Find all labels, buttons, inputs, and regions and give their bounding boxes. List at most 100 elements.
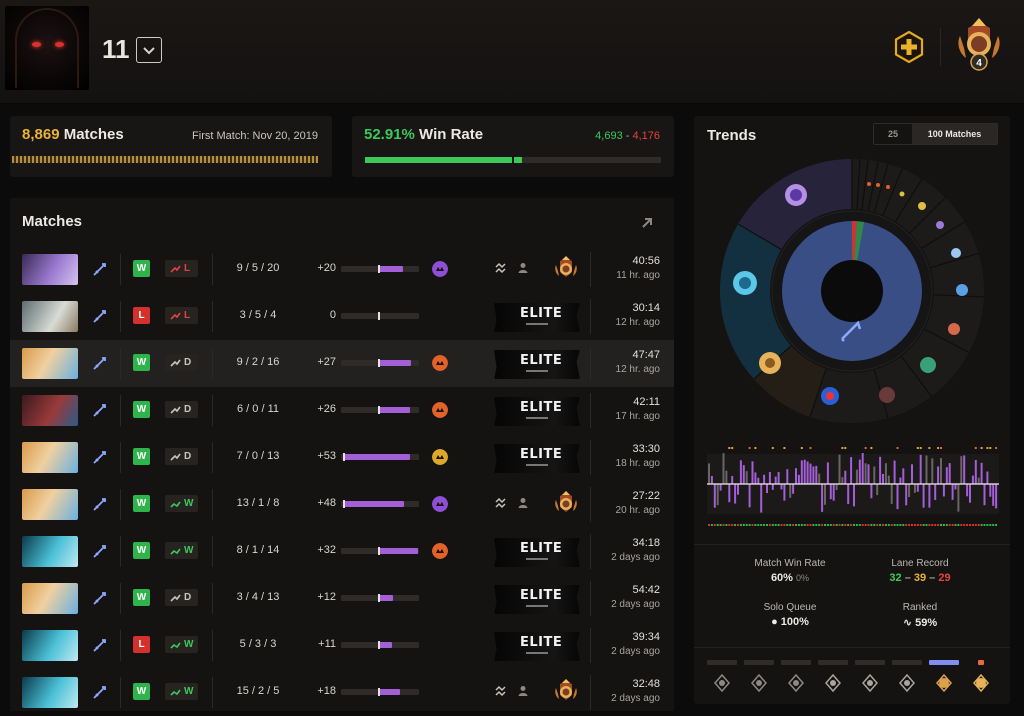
trend-result-dot: [789, 524, 792, 526]
trend-result-dot: [960, 524, 963, 526]
hero-portrait[interactable]: [22, 677, 78, 708]
trend-result-dot: [832, 524, 835, 526]
rank-medal-slot[interactable]: [781, 660, 811, 692]
match-row[interactable]: W D 9 / 2 / 16 +27 ELITE 47:47 12 hr. ag…: [10, 340, 674, 387]
elite-league-banner[interactable]: ELITE: [494, 444, 580, 473]
rank-medal-slot[interactable]: [818, 660, 848, 692]
trend-bar: [905, 484, 908, 506]
hero-portrait[interactable]: [22, 348, 78, 379]
trend-top-dot: [940, 447, 942, 449]
rank-medal-slot[interactable]: [929, 660, 959, 692]
rank-medal-slot[interactable]: [855, 660, 885, 692]
elite-league-banner[interactable]: ELITE: [494, 397, 580, 426]
trend-bar: [748, 484, 751, 508]
trend-bar: [931, 458, 934, 484]
trend-result-dot: [708, 524, 710, 526]
plus-subscription-icon[interactable]: [892, 30, 926, 64]
trend-bar: [818, 473, 821, 484]
trend-bar: [739, 460, 742, 484]
tab-25-matches[interactable]: 25: [874, 124, 912, 144]
trends-divider: [694, 647, 1010, 648]
expand-arrow-icon[interactable]: [640, 216, 654, 230]
hero-portrait[interactable]: [22, 536, 78, 567]
wins-count: 4,693: [595, 130, 623, 142]
hero-portrait[interactable]: [22, 254, 78, 285]
impact-bar-zero-marker: [378, 547, 380, 555]
solo-queue-stat: Solo Queue ● 100%: [720, 602, 860, 628]
column-divider: [212, 348, 213, 379]
header-divider: [940, 28, 941, 66]
rank-medal-slot[interactable]: [966, 660, 996, 692]
rank-number: 4: [976, 58, 982, 69]
trend-result-dot: [995, 524, 998, 526]
player-menu-chevron-icon[interactable]: [136, 37, 162, 63]
match-row[interactable]: W D 3 / 4 / 13 +12 ELITE 54:42 2 days ag…: [10, 575, 674, 622]
match-row[interactable]: W L 9 / 5 / 20 +20 40:56 11 hr. ago: [10, 246, 674, 293]
trend-bar: [795, 468, 797, 484]
impact-bar: [341, 406, 419, 414]
rank-medal-slot[interactable]: [892, 660, 922, 692]
core-role-sword-icon: [93, 310, 106, 323]
match-role-icon: [432, 402, 448, 418]
core-role-sword-icon: [93, 592, 106, 605]
trend-result-dot: [942, 524, 945, 526]
match-row[interactable]: W W 8 / 1 / 14 +32 ELITE 34:18 2 days ag…: [10, 528, 674, 575]
trend-top-dot: [986, 447, 989, 449]
match-row[interactable]: W W 15 / 2 / 5 +18 32:48 2 days ago: [10, 669, 674, 716]
elite-league-banner[interactable]: ELITE: [494, 632, 580, 661]
match-row[interactable]: W D 7 / 0 / 13 +53 ELITE 33:30 18 hr. ag…: [10, 434, 674, 481]
wl-separator: -: [622, 130, 633, 142]
elite-league-banner[interactable]: ELITE: [494, 585, 580, 614]
trend-bar: [853, 484, 855, 507]
impact-bar: [341, 453, 419, 461]
elite-league-banner[interactable]: ELITE: [494, 303, 580, 332]
trend-result-dot: [844, 524, 847, 526]
hero-portrait[interactable]: [22, 583, 78, 614]
hero-distribution-donut[interactable]: [718, 157, 986, 425]
tab-100-matches[interactable]: 100 Matches: [912, 124, 997, 144]
column-divider: [212, 442, 213, 473]
matches-count-label: Matches: [59, 126, 124, 143]
trend-bar: [847, 484, 850, 505]
column-divider: [120, 442, 121, 473]
trend-bar: [887, 475, 890, 484]
hero-portrait[interactable]: [22, 442, 78, 473]
elite-league-banner[interactable]: ELITE: [494, 538, 580, 567]
hero-portrait[interactable]: [22, 630, 78, 661]
match-time-ago: 18 hr. ago: [615, 458, 660, 469]
matches-count-title: 8,869 Matches: [22, 126, 124, 143]
trend-bar: [951, 484, 954, 500]
trend-range-tabs: 25 100 Matches: [873, 123, 998, 145]
trend-bar: [867, 464, 870, 484]
rank-medal-slot[interactable]: [707, 660, 737, 692]
impact-bar-fill: [378, 407, 411, 413]
kda-value: 6 / 0 / 11: [237, 403, 279, 415]
elite-league-banner[interactable]: ELITE: [494, 350, 580, 379]
hero-portrait[interactable]: [22, 489, 78, 520]
rank-tier-icon: [936, 674, 952, 692]
win-loss-record: 4,693 - 4,176: [595, 130, 660, 142]
hero-portrait[interactable]: [22, 395, 78, 426]
rank-medal-bar: [855, 660, 885, 665]
trend-result-dot: [945, 524, 948, 526]
trend-top-dot: [937, 447, 940, 449]
trend-bar: [945, 467, 948, 484]
impact-trend-chart[interactable]: [707, 446, 999, 528]
match-duration: 30:14: [632, 302, 660, 314]
trend-bar: [969, 484, 971, 503]
trend-result-dot: [786, 524, 789, 526]
trend-bar: [777, 472, 780, 484]
elite-banner-text: ELITE: [520, 353, 563, 368]
impact-bar-fill: [378, 595, 393, 601]
trend-result-dot: [992, 524, 995, 526]
trend-result-dot: [937, 524, 940, 526]
trend-bar: [725, 470, 728, 484]
trend-result-dot: [882, 524, 884, 526]
rank-medal-slot[interactable]: [744, 660, 774, 692]
match-row[interactable]: L L 3 / 5 / 4 0 ELITE 30:14 12 hr. ago: [10, 293, 674, 340]
player-avatar[interactable]: [5, 6, 89, 90]
hero-portrait[interactable]: [22, 301, 78, 332]
match-row[interactable]: W D 6 / 0 / 11 +26 ELITE 42:11 17 hr. ag…: [10, 387, 674, 434]
match-row[interactable]: L W 5 / 3 / 3 +11 ELITE 39:34 2 days ago: [10, 622, 674, 669]
match-row[interactable]: W W 13 / 1 / 8 +48 27:22 20 hr. ago: [10, 481, 674, 528]
